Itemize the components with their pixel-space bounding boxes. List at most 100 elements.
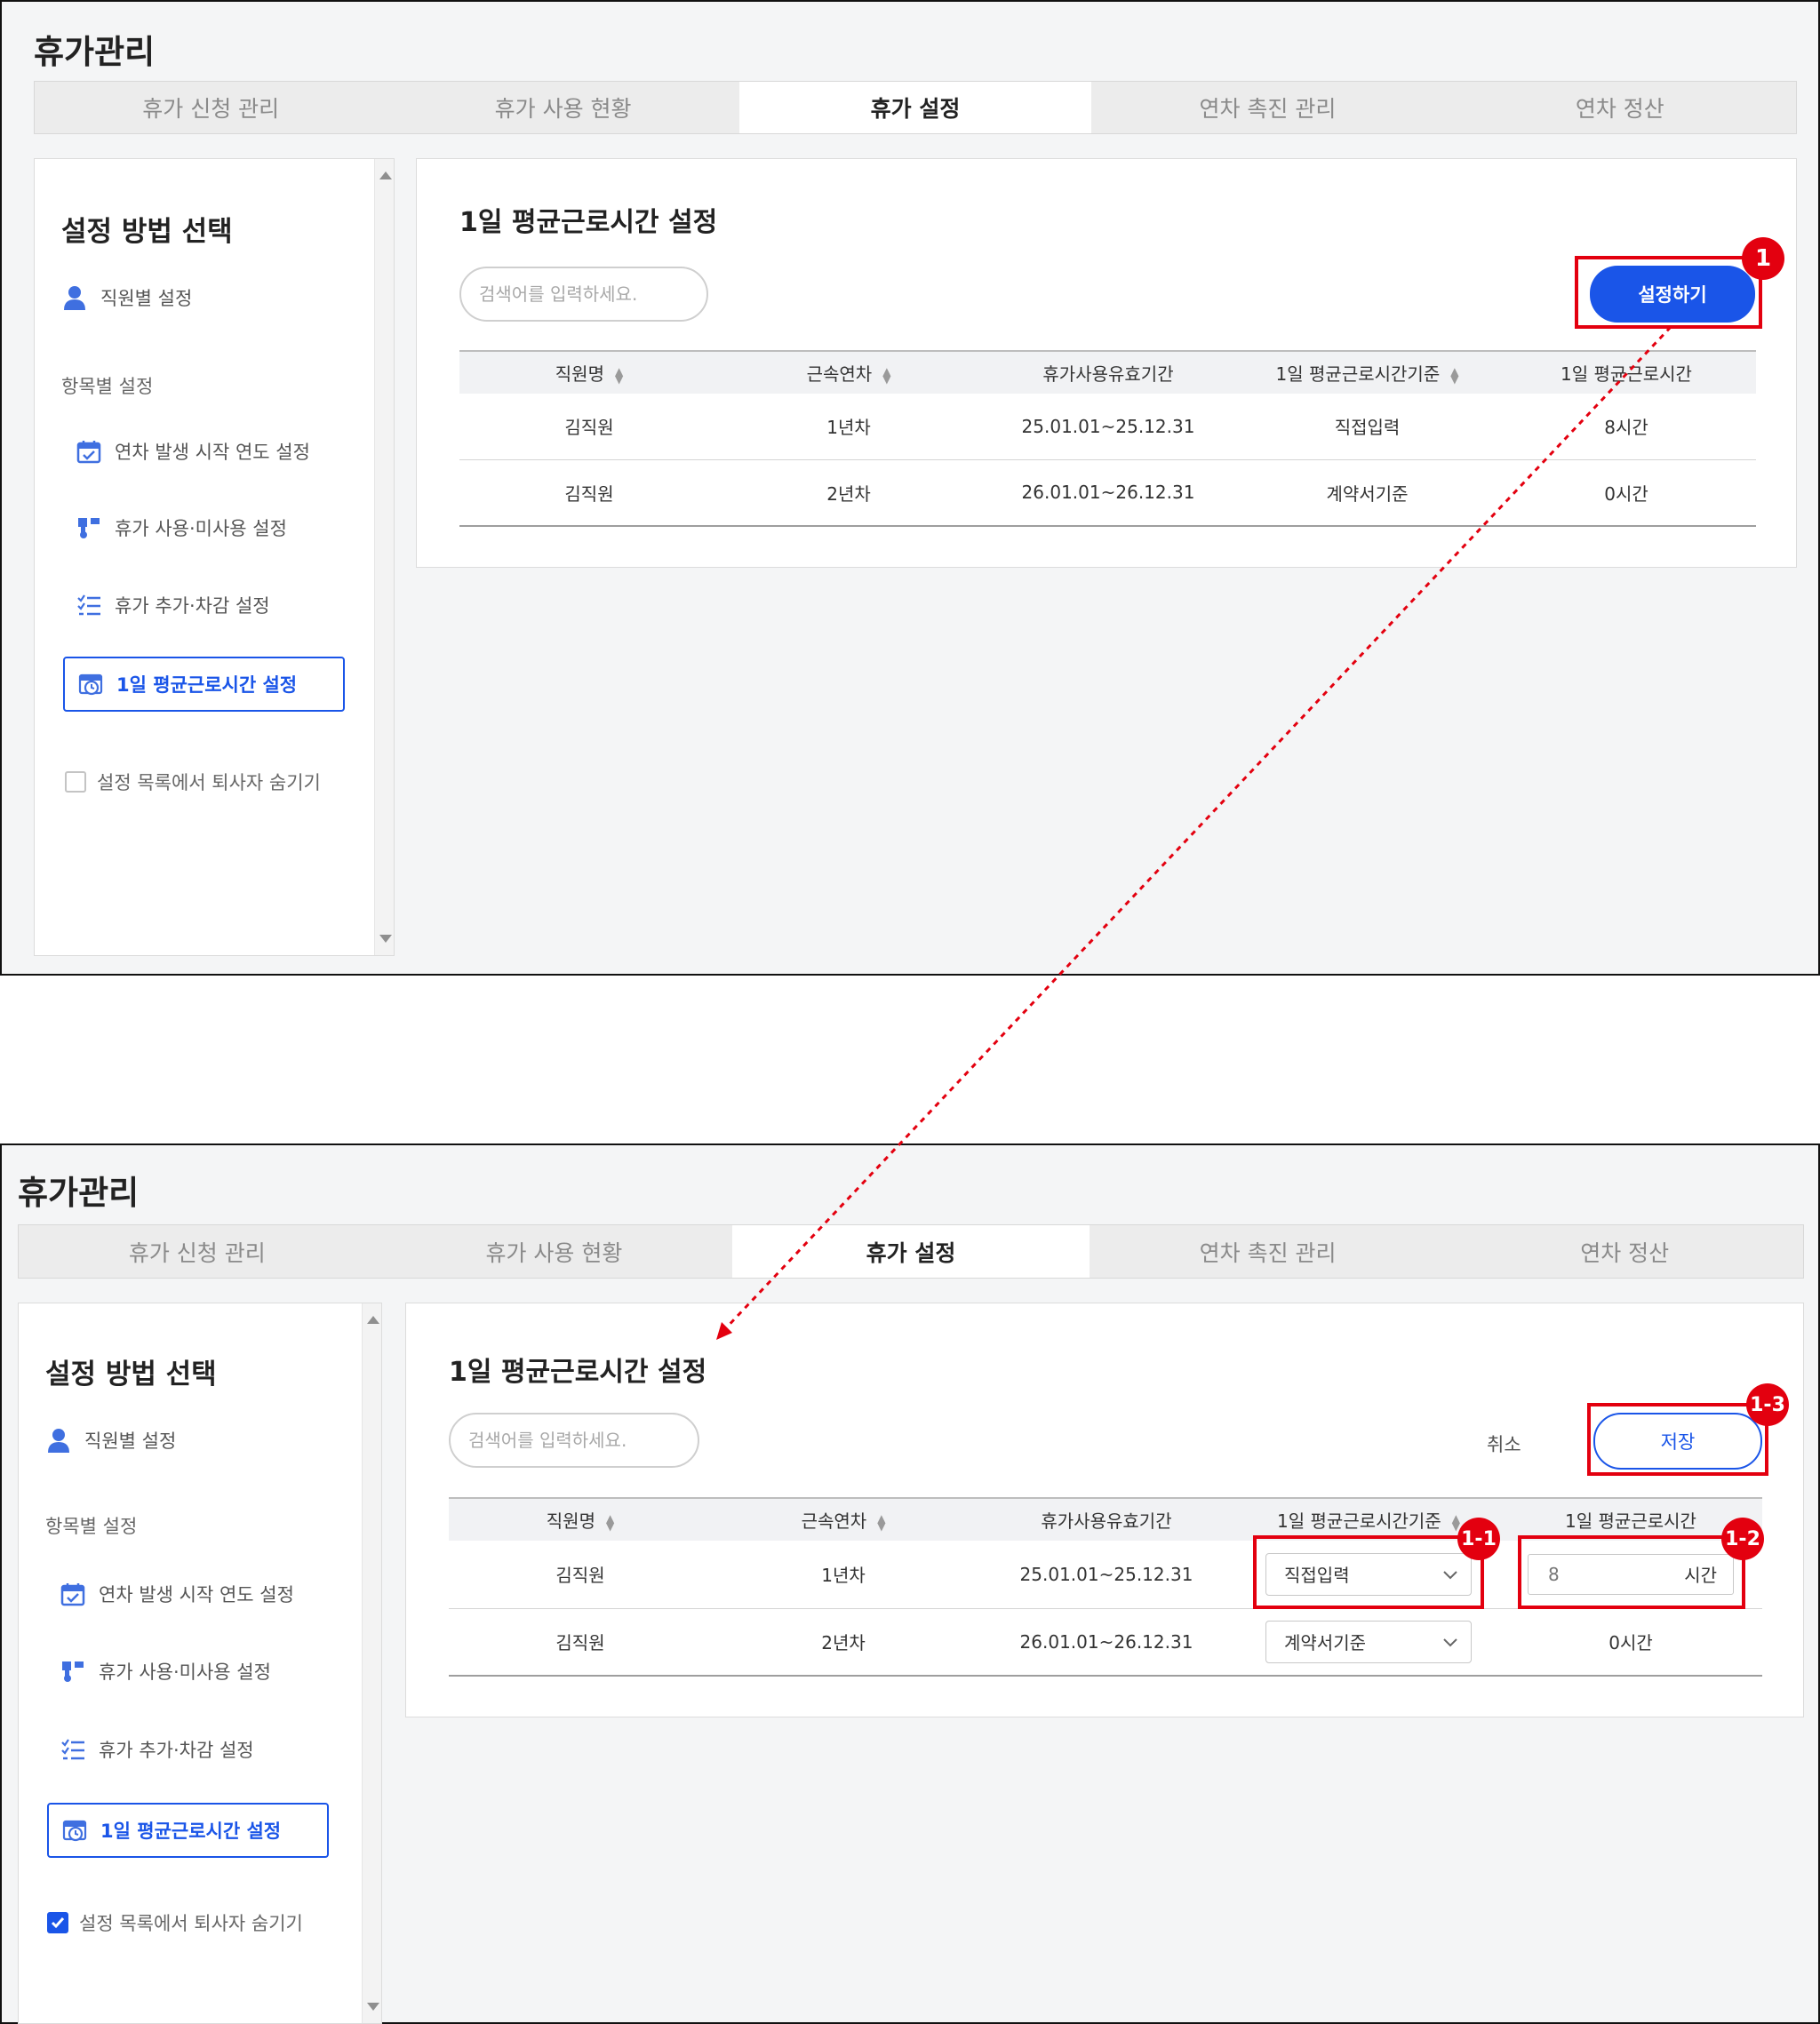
clock-calendar-icon: [61, 1817, 88, 1844]
sidebar-item-by-employee[interactable]: 직원별 설정: [45, 1427, 176, 1454]
tab-annual-leave-settlement[interactable]: 연차 정산: [1446, 1225, 1803, 1278]
sidebar-item-start-year[interactable]: 연차 발생 시작 연도 설정: [76, 438, 310, 465]
column-header-year[interactable]: 근속연차 ▲ ▼: [712, 1497, 975, 1541]
column-header-name[interactable]: 직원명 ▲ ▼: [459, 350, 719, 394]
employee-table: 직원명 ▲ ▼ 근속연차 ▲ ▼ 휴가사용유효기간 1일 평균근로시간기준 ▲ ▼ 1일 평…: [459, 350, 1756, 527]
sort-icon[interactable]: ▲ ▼: [877, 1513, 885, 1532]
cancel-button[interactable]: 취소: [1487, 1430, 1521, 1457]
tab-leave-usage[interactable]: 휴가 사용 현황: [376, 1225, 733, 1278]
tab-leave-settings[interactable]: 휴가 설정: [738, 82, 1092, 133]
scroll-down-icon[interactable]: [367, 2003, 379, 2011]
sidebar-heading: 설정 방법 선택: [61, 216, 233, 248]
cell-name: 김직원: [459, 394, 719, 460]
person-icon: [45, 1427, 72, 1454]
sidebar-item-usage[interactable]: 휴가 사용·미사용 설정: [76, 514, 287, 541]
scroll-down-icon[interactable]: [379, 935, 392, 943]
chevron-down-icon: [1442, 1631, 1458, 1653]
hide-retired-checkbox[interactable]: 설정 목록에서 퇴사자 숨기기: [47, 1909, 303, 1936]
column-header-name[interactable]: 직원명 ▲ ▼: [449, 1497, 712, 1541]
sidebar-heading: 설정 방법 선택: [45, 1359, 217, 1391]
column-header-label: 직원명: [546, 1510, 595, 1532]
step-badge-1-2: 1-2: [1721, 1518, 1764, 1560]
sort-icon[interactable]: ▲ ▼: [1450, 366, 1458, 385]
sidebar-item-label: 연차 발생 시작 연도 설정: [115, 442, 310, 463]
sidebar-item-label: 연차 발생 시작 연도 설정: [99, 1584, 294, 1606]
app-title: 휴가관리: [18, 1174, 140, 1212]
sort-icon[interactable]: ▲ ▼: [1452, 1513, 1460, 1532]
column-header-period: 휴가사용유효기간: [978, 350, 1238, 394]
cell-period: 25.01.01~25.12.31: [975, 1541, 1238, 1609]
sidebar-item-label: 직원별 설정: [100, 288, 193, 309]
search-input[interactable]: [449, 1413, 699, 1468]
sidebar-item-label: 휴가 추가·차감 설정: [115, 595, 270, 617]
tab-leave-requests[interactable]: 휴가 신청 관리: [19, 1225, 376, 1278]
hide-retired-checkbox[interactable]: 설정 목록에서 퇴사자 숨기기: [65, 769, 321, 795]
screen-after: 휴가관리 휴가 신청 관리 휴가 사용 현황 휴가 설정 연차 촉진 관리 연차…: [0, 1143, 1820, 2024]
content-panel: 1일 평균근로시간 설정 취소 저장 직원명▲▼ 근속연차▲▼ 휴가사용유효기간…: [405, 1303, 1804, 1717]
tab-leave-settings[interactable]: 휴가 설정: [732, 1225, 1090, 1278]
content-panel: 1일 평균근로시간 설정 설정하기 직원명▲▼ 근속연차▲▼ 휴가사용유효기간 …: [416, 158, 1797, 568]
sort-icon[interactable]: ▲ ▼: [615, 366, 623, 385]
person-icon: [61, 284, 88, 311]
checkbox-checked-icon[interactable]: [47, 1912, 68, 1933]
column-header-label: 1일 평균근로시간: [1561, 363, 1692, 385]
tab-annual-leave-promotion[interactable]: 연차 촉진 관리: [1091, 82, 1443, 133]
sidebar-scrollbar[interactable]: [374, 159, 394, 955]
basis-select[interactable]: 계약서기준: [1265, 1620, 1472, 1663]
sidebar-scrollbar[interactable]: [362, 1303, 381, 2023]
sidebar-item-avg-hours[interactable]: 1일 평균근로시간 설정: [47, 1803, 329, 1858]
table-row[interactable]: 김직원 2년차 26.01.01~26.12.31 계약서기준 0시간: [449, 1608, 1762, 1677]
column-header-label: 직원명: [555, 363, 604, 385]
column-header-label: 휴가사용유효기간: [1041, 1510, 1172, 1532]
sidebar-item-label: 휴가 사용·미사용 설정: [115, 518, 287, 539]
settings-sidebar: 설정 방법 선택 직원별 설정 항목별 설정 연차 발생 시작 연도 설정 휴가…: [34, 158, 395, 956]
tab-leave-usage[interactable]: 휴가 사용 현황: [387, 82, 738, 133]
step-badge-1-3: 1-3: [1746, 1383, 1789, 1426]
cell-name: 김직원: [449, 1541, 712, 1609]
column-header-label: 1일 평균근로시간: [1565, 1510, 1696, 1532]
cell-basis: 계약서기준: [1238, 459, 1497, 527]
page-title: 1일 평균근로시간 설정: [459, 207, 718, 238]
sort-icon[interactable]: ▲ ▼: [882, 366, 890, 385]
cell-basis: 직접입력: [1238, 394, 1497, 460]
table-header-row: 직원명 ▲ ▼ 근속연차 ▲ ▼ 휴가사용유효기간 1일 평균근로시간기준 ▲ ▼ 1일 평…: [449, 1497, 1762, 1541]
sort-icon[interactable]: ▲ ▼: [606, 1513, 614, 1532]
highlight-box-save: [1587, 1403, 1768, 1476]
table-row[interactable]: 김직원 1년차 25.01.01~25.12.31 직접입력 8시간: [459, 394, 1756, 460]
table-row[interactable]: 김직원 2년차 26.01.01~26.12.31 계약서기준 0시간: [459, 459, 1756, 527]
sidebar-item-usage[interactable]: 휴가 사용·미사용 설정: [60, 1658, 271, 1685]
sidebar-item-label: 휴가 추가·차감 설정: [99, 1740, 254, 1761]
page-title: 1일 평균근로시간 설정: [449, 1357, 707, 1388]
column-header-basis[interactable]: 1일 평균근로시간기준 ▲ ▼: [1238, 350, 1497, 394]
scroll-up-icon[interactable]: [379, 171, 392, 179]
cell-hours: 0시간: [1497, 459, 1756, 527]
column-header-period: 휴가사용유효기간: [975, 1497, 1238, 1541]
column-header-year[interactable]: 근속연차 ▲ ▼: [719, 350, 978, 394]
highlight-box-setup: [1575, 256, 1762, 329]
sidebar-item-by-employee[interactable]: 직원별 설정: [61, 284, 192, 311]
tab-annual-leave-promotion[interactable]: 연차 촉진 관리: [1090, 1225, 1447, 1278]
sidebar-item-label: 직원별 설정: [84, 1430, 177, 1452]
highlight-box-hours: [1518, 1535, 1745, 1609]
cell-basis: 계약서기준: [1238, 1608, 1499, 1677]
checkbox-icon[interactable]: [65, 771, 86, 793]
step-badge-1: 1: [1742, 237, 1784, 280]
search-input[interactable]: [459, 267, 708, 322]
clock-calendar-icon: [77, 671, 104, 697]
sidebar-item-add-deduct[interactable]: 휴가 추가·차감 설정: [60, 1736, 254, 1763]
cell-year: 1년차: [712, 1541, 975, 1609]
list-check-icon: [60, 1736, 86, 1763]
cell-year: 1년차: [719, 394, 978, 460]
sidebar-section-label: 항목별 설정: [61, 376, 154, 397]
sidebar-item-label: 1일 평균근로시간 설정: [100, 1821, 282, 1842]
checkbox-label: 설정 목록에서 퇴사자 숨기기: [97, 772, 321, 793]
sidebar-item-start-year[interactable]: 연차 발생 시작 연도 설정: [60, 1581, 294, 1607]
scroll-up-icon[interactable]: [367, 1316, 379, 1324]
step-badge-1-1: 1-1: [1457, 1518, 1500, 1560]
sidebar-item-add-deduct[interactable]: 휴가 추가·차감 설정: [76, 592, 270, 618]
settings-sidebar: 설정 방법 선택 직원별 설정 항목별 설정 연차 발생 시작 연도 설정 휴가…: [18, 1303, 382, 2024]
cell-period: 25.01.01~25.12.31: [978, 394, 1238, 460]
tab-leave-requests[interactable]: 휴가 신청 관리: [35, 82, 387, 133]
tab-annual-leave-settlement[interactable]: 연차 정산: [1444, 82, 1796, 133]
sidebar-item-avg-hours[interactable]: 1일 평균근로시간 설정: [63, 657, 345, 712]
